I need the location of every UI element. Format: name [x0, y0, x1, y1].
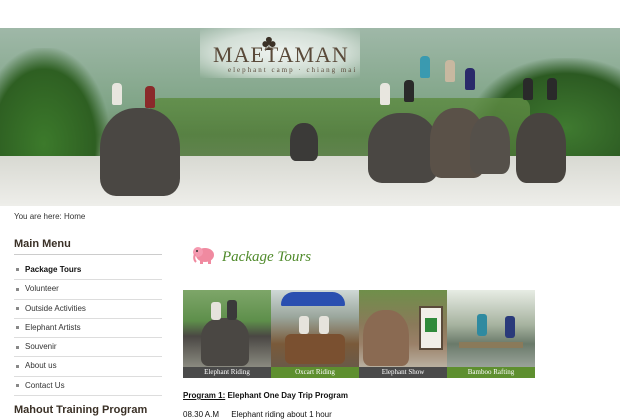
menu-item-contact-us[interactable]: Contact Us — [14, 377, 162, 397]
bullet-icon — [16, 306, 19, 310]
program-heading: Program 1: Elephant One Day Trip Program — [183, 391, 348, 400]
tile-elephant-riding[interactable]: Elephant Riding — [183, 290, 271, 378]
schedule-time: 08.30 A.M — [183, 410, 220, 419]
bamboo-rafting-photo — [447, 290, 535, 367]
menu-item-outside-activities[interactable]: Outside Activities — [14, 300, 162, 319]
painting-easel — [419, 306, 443, 350]
program-title: Elephant One Day Trip Program — [227, 391, 348, 400]
banner-rider — [380, 83, 390, 105]
oxcart-riding-photo — [271, 290, 359, 367]
elephant-riding-photo — [183, 290, 271, 367]
banner-rider — [445, 60, 455, 82]
elephant-icon — [192, 243, 216, 265]
bullet-icon — [16, 345, 19, 349]
sidebar: Main Menu Package Tours Volunteer Outsid… — [14, 238, 162, 397]
tile-caption: Elephant Show — [359, 367, 447, 378]
banner-elephant — [516, 113, 566, 183]
tile-caption: Bamboo Rafting — [447, 367, 535, 378]
menu-item-label: Contact Us — [25, 380, 65, 390]
menu-item-label: Outside Activities — [25, 303, 86, 313]
program-schedule-row: 08.30 A.M Elephant riding about 1 hour — [183, 410, 332, 419]
page-title: Package Tours — [222, 249, 312, 265]
site-tagline: elephant camp · chiang mai — [228, 66, 358, 74]
menu-item-label: Elephant Artists — [25, 322, 81, 332]
top-bar — [0, 0, 620, 28]
menu-item-label: Souvenir — [25, 342, 57, 352]
breadcrumb-current[interactable]: Home — [64, 212, 85, 221]
umbrella-icon — [281, 292, 345, 306]
bullet-icon — [16, 384, 19, 388]
banner-rider — [420, 56, 430, 78]
tile-oxcart-riding[interactable]: Oxcart Riding — [271, 290, 359, 378]
elephant-show-photo — [359, 290, 447, 367]
bullet-icon — [16, 287, 19, 291]
schedule-activity: Elephant riding about 1 hour — [231, 410, 332, 419]
menu-divider — [14, 254, 162, 255]
menu-item-souvenir[interactable]: Souvenir — [14, 338, 162, 358]
header-banner: ♣ MAETAMAN elephant camp · chiang mai — [0, 28, 620, 206]
menu-item-elephant-artists[interactable]: Elephant Artists — [14, 319, 162, 339]
mahout-training-title: Mahout Training Program — [14, 404, 148, 416]
banner-elephant — [470, 116, 510, 174]
menu-item-label: Package Tours — [25, 265, 82, 274]
banner-rider — [547, 78, 557, 100]
banner-elephant — [100, 108, 180, 196]
bullet-icon — [16, 364, 19, 368]
menu-item-volunteer[interactable]: Volunteer — [14, 280, 162, 300]
banner-rider — [523, 78, 533, 100]
banner-rider — [465, 68, 475, 90]
menu-item-about-us[interactable]: About us — [14, 357, 162, 377]
banner-rider — [145, 86, 155, 108]
banner-rider — [404, 80, 414, 102]
tile-bamboo-rafting[interactable]: Bamboo Rafting — [447, 290, 535, 378]
banner-rider — [112, 83, 122, 105]
breadcrumb: You are here: Home — [14, 212, 85, 221]
main-menu-title: Main Menu — [14, 238, 71, 250]
breadcrumb-prefix: You are here: — [14, 212, 62, 221]
menu-item-label: About us — [25, 361, 57, 371]
bullet-icon — [16, 268, 19, 272]
banner-elephant — [368, 113, 438, 183]
menu-item-package-tours[interactable]: Package Tours — [14, 261, 162, 281]
bullet-icon — [16, 326, 19, 330]
tile-elephant-show[interactable]: Elephant Show — [359, 290, 447, 378]
site-logo[interactable]: MAETAMAN — [213, 42, 353, 68]
program-label[interactable]: Program 1: — [183, 391, 225, 400]
banner-elephant — [290, 123, 318, 161]
tile-caption: Elephant Riding — [183, 367, 271, 378]
menu-item-label: Volunteer — [25, 284, 59, 294]
tile-caption: Oxcart Riding — [271, 367, 359, 378]
